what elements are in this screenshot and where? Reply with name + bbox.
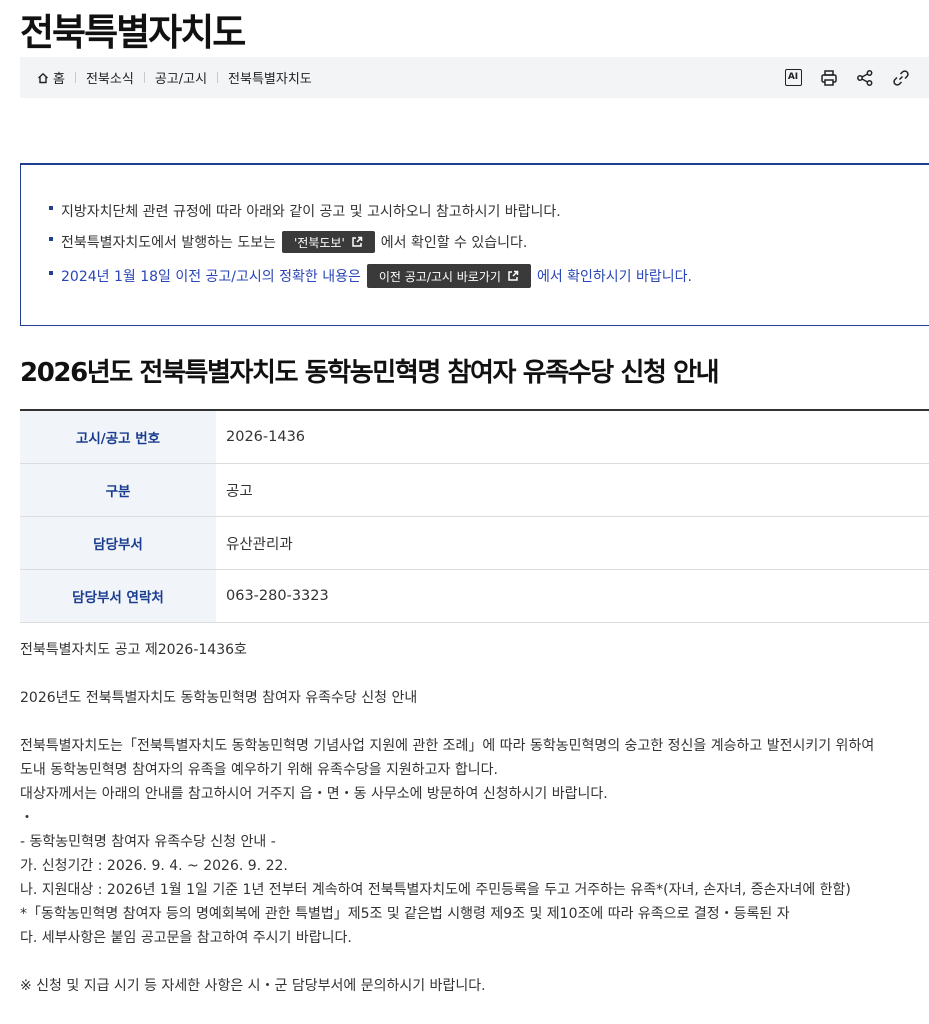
copy-link-button[interactable]	[891, 68, 911, 88]
home-icon	[38, 72, 48, 83]
category: 공고	[216, 463, 929, 517]
post-title: 2026년도 전북특별자치도 동학농민혁명 참여자 유족수당 신청 안내	[20, 358, 720, 388]
breadcrumb-current[interactable]: 전북특별자치도	[228, 68, 312, 87]
link-icon	[893, 69, 909, 86]
department: 유산관리과	[216, 516, 929, 570]
breadcrumb-home-label: 홈	[53, 72, 65, 87]
breadcrumb-bar: 홈 전북소식 공고/고시 전북특별자치도 AI	[20, 57, 929, 98]
notice-line-3: 2024년 1월 18일 이전 공고/고시의 정확한 내용은 이전 공고/고시 …	[49, 264, 692, 288]
notice-number: 2026-1436	[216, 410, 929, 464]
notice-line-3-after: 에서 확인하시기 바랍니다.	[536, 269, 692, 285]
ai-icon: AI	[784, 69, 802, 86]
breadcrumb-jeonbuk-news[interactable]: 전북소식	[86, 68, 134, 87]
share-button[interactable]	[855, 68, 875, 88]
bullet-icon	[49, 237, 53, 241]
department-phone: 063-280-3323	[216, 569, 929, 623]
external-link-icon	[352, 236, 362, 247]
post-info-table: 고시/공고 번호 2026-1436 구분 공고 담당부서 유산관리과 담당부서…	[20, 409, 929, 623]
body-line: 다. 세부사항은 붙임 공고문을 참고하여 주시기 바랍니다.	[20, 930, 352, 946]
post-body: 전북특별자치도 공고 제2026-1436호 2026년도 전북특별자치도 동학…	[20, 638, 920, 998]
breadcrumb-home[interactable]: 홈	[37, 68, 65, 87]
body-line: *「동학농민혁명 참여자 등의 명예회복에 관한 특별법」제5조 및 같은법 시…	[20, 906, 790, 922]
notice-line-1-text: 지방자치단체 관련 규정에 따라 아래와 같이 공고 및 고시하오니 참고하시기…	[61, 204, 561, 220]
breadcrumb-separator	[217, 72, 219, 83]
notice-line-3-before: 2024년 1월 18일 이전 공고/고시의 정확한 내용은	[61, 269, 361, 285]
table-row: 담당부서 유산관리과	[20, 516, 929, 570]
body-line: 가. 신청기간 : 2026. 9. 4. ~ 2026. 9. 22.	[20, 858, 288, 874]
breadcrumb: 홈 전북소식 공고/고시 전북특별자치도	[37, 57, 312, 98]
body-line: ※ 신청 및 지급 시기 등 자세한 사항은 시・군 담당부서에 문의하시기 바…	[20, 978, 486, 994]
row-label: 고시/공고 번호	[20, 410, 216, 464]
table-row: 담당부서 연락처 063-280-3323	[20, 569, 929, 623]
body-line: 전북특별자치도는「전북특별자치도 동학농민혁명 기념사업 지원에 관한 조례」에…	[20, 738, 875, 754]
notice-line-2-before: 전북특별자치도에서 발행하는 도보는	[61, 235, 276, 251]
ai-summary-button[interactable]: AI	[783, 68, 803, 88]
bullet-icon	[49, 206, 53, 210]
body-line: 도내 동학농민혁명 참여자의 유족을 예우하기 위해 유족수당을 지원하고자 합…	[20, 762, 498, 778]
row-label: 담당부서	[20, 516, 216, 570]
breadcrumb-notices[interactable]: 공고/고시	[155, 68, 207, 87]
external-link-icon	[508, 270, 519, 281]
breadcrumb-separator	[74, 72, 76, 83]
previous-notices-button[interactable]: 이전 공고/고시 바로가기	[366, 264, 531, 288]
body-line: ・	[20, 810, 34, 826]
bullet-icon	[49, 271, 53, 275]
body-line: 나. 지원대상 : 2026년 1월 1일 기준 1년 전부터 계속하여 전북특…	[20, 882, 851, 898]
gazette-link-button[interactable]: '전북도보'	[281, 231, 375, 253]
body-line: 전북특별자치도 공고 제2026-1436호	[20, 642, 247, 658]
body-line: 2026년도 전북특별자치도 동학농민혁명 참여자 유족수당 신청 안내	[20, 690, 418, 706]
previous-notices-label: 이전 공고/고시 바로가기	[378, 269, 501, 284]
row-label: 담당부서 연락처	[20, 569, 216, 623]
site-title: 전북특별자치도	[20, 11, 246, 54]
body-line: - 동학농민혁명 참여자 유족수당 신청 안내 -	[20, 834, 276, 850]
notice-line-2-after: 에서 확인할 수 있습니다.	[380, 235, 528, 251]
page: 전북특별자치도 홈 전북소식 공고/고시 전북특별자치도 AI 지방자치단체 관…	[0, 0, 929, 1024]
print-button[interactable]	[819, 68, 839, 88]
table-row: 고시/공고 번호 2026-1436	[20, 410, 929, 464]
breadcrumb-separator	[143, 72, 145, 83]
body-line: 대상자께서는 아래의 안내를 참고하시어 거주지 읍・면・동 사무소에 방문하여…	[20, 786, 608, 802]
notice-box: 지방자치단체 관련 규정에 따라 아래와 같이 공고 및 고시하오니 참고하시기…	[20, 163, 929, 326]
print-icon	[821, 69, 837, 86]
share-icon	[857, 69, 873, 86]
notice-line-2: 전북특별자치도에서 발행하는 도보는 '전북도보' 에서 확인할 수 있습니다.	[49, 231, 527, 253]
page-tools: AI	[783, 57, 911, 98]
table-row: 구분 공고	[20, 463, 929, 517]
notice-line-1: 지방자치단체 관련 규정에 따라 아래와 같이 공고 및 고시하오니 참고하시기…	[49, 201, 561, 221]
gazette-link-label: '전북도보'	[293, 235, 345, 250]
row-label: 구분	[20, 463, 216, 517]
